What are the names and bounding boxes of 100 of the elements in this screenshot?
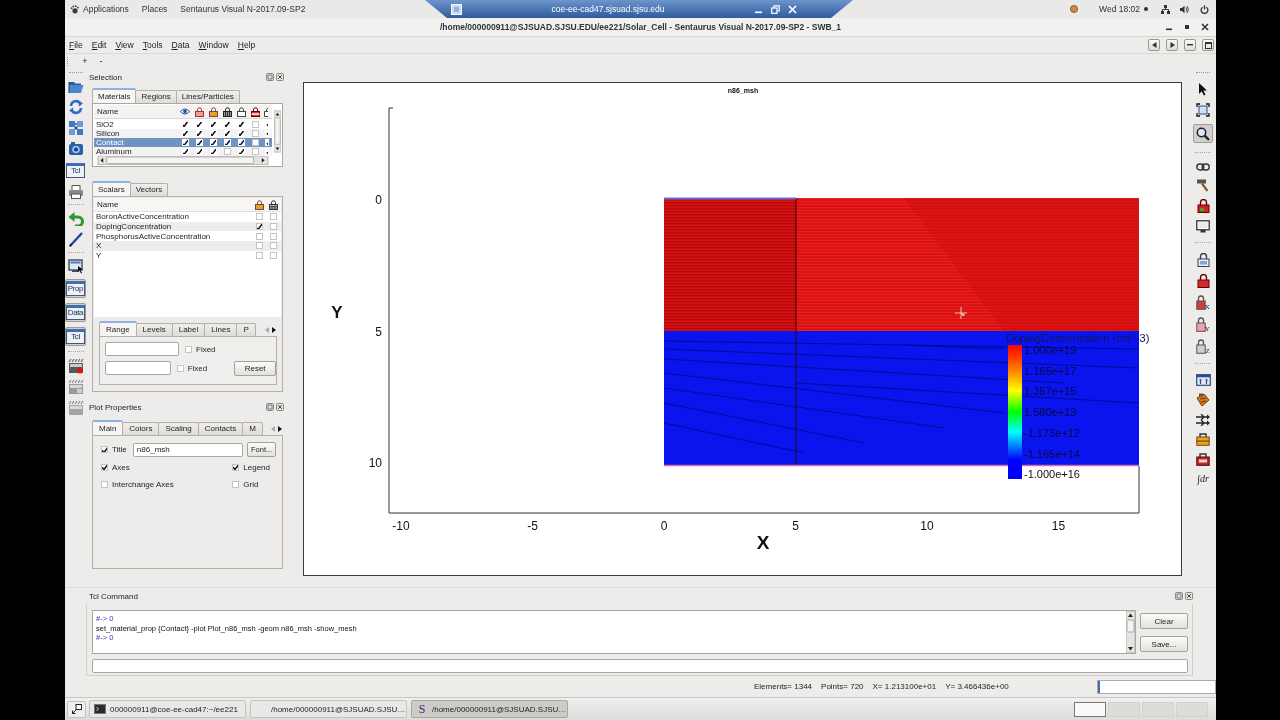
horizontal-scrollbar[interactable] — [94, 156, 272, 165]
scalar-name[interactable]: PhosphorusActiveConcentration — [94, 231, 211, 241]
checkbox[interactable] — [209, 129, 217, 137]
tab[interactable]: M — [242, 422, 263, 435]
node-graph-icon[interactable] — [67, 120, 84, 136]
command-input-field[interactable] — [92, 659, 1188, 673]
top-bar-menu[interactable]: Places — [141, 4, 168, 14]
checkbox[interactable] — [223, 129, 231, 137]
checkbox[interactable] — [195, 120, 203, 128]
scroll-left-button[interactable] — [1148, 39, 1160, 51]
open-folder-icon[interactable] — [67, 80, 84, 94]
checkbox[interactable] — [237, 139, 245, 146]
checkbox[interactable] — [101, 446, 108, 453]
checkbox[interactable] — [232, 463, 240, 471]
pen-icon[interactable] — [67, 231, 84, 247]
tab[interactable]: Materials — [92, 88, 137, 103]
padlock-icon[interactable] — [194, 106, 204, 117]
menu-item[interactable]: Help — [233, 40, 259, 50]
tab[interactable]: Vectors — [129, 183, 169, 196]
checkered-padlock-icon[interactable] — [222, 106, 232, 117]
tab[interactable]: Levels — [135, 323, 173, 336]
show-desktop-button[interactable] — [67, 700, 86, 718]
padlock-icon[interactable] — [208, 106, 218, 117]
tab[interactable]: Contacts — [197, 422, 244, 435]
speaker-icon[interactable] — [1180, 4, 1189, 14]
refresh-icon[interactable] — [67, 99, 84, 115]
tab[interactable]: Regions — [135, 90, 177, 103]
network-icon[interactable] — [1161, 4, 1170, 14]
right-triangle-icon[interactable] — [277, 425, 283, 433]
integral-button[interactable]: ∫dr — [1197, 473, 1209, 484]
material-row[interactable]: Aluminum — [94, 147, 272, 157]
checkbox[interactable] — [195, 148, 203, 156]
console-button[interactable]: Clear — [1140, 613, 1188, 629]
title-input-field[interactable]: n86_msh — [132, 442, 244, 457]
tab[interactable]: P — [236, 323, 256, 336]
checkbox[interactable] — [195, 139, 203, 146]
checkbox[interactable] — [237, 120, 245, 128]
minimize-button[interactable] — [1184, 39, 1196, 51]
circle-icon[interactable] — [1070, 5, 1079, 13]
taskbar-item[interactable]: S /home/000000911@SJSUAD.SJSU… — [411, 700, 568, 718]
checkbox[interactable] — [209, 120, 217, 128]
padlock-icon[interactable] — [236, 106, 246, 117]
checkbox-label[interactable]: Fixed — [196, 344, 216, 354]
tab[interactable]: Lines/Particles — [175, 90, 240, 103]
tab[interactable]: Range — [99, 321, 137, 336]
checkbox[interactable] — [237, 129, 245, 137]
scalar-name[interactable]: X — [94, 241, 102, 251]
clapperboard-icon[interactable] — [67, 400, 84, 416]
taskbar-item[interactable]: 000000911@coe-ee-cad47:~/ee221 — [89, 700, 246, 718]
checkbox[interactable] — [223, 120, 231, 128]
range-input-field[interactable] — [105, 361, 171, 375]
menu-item[interactable]: View — [111, 40, 137, 50]
tab[interactable]: Lines — [204, 323, 238, 336]
camera-icon[interactable] — [67, 141, 84, 156]
tab[interactable]: Scaling — [158, 422, 199, 435]
eye-icon[interactable] — [180, 108, 190, 116]
calendar-icon[interactable] — [1195, 374, 1211, 386]
hammer-icon[interactable] — [1196, 178, 1210, 192]
tab[interactable]: Colors — [122, 422, 160, 435]
window-tool-button[interactable]: Prop — [65, 279, 86, 298]
printer-icon[interactable] — [67, 185, 84, 199]
close-icon[interactable] — [1185, 592, 1193, 600]
scalar-name[interactable]: BoronActiveConcentration — [94, 212, 189, 222]
vertical-scrollbar[interactable] — [1126, 611, 1135, 653]
restore-icon[interactable] — [771, 4, 780, 14]
column-header[interactable]: Name — [94, 200, 119, 209]
restore-button[interactable] — [1202, 39, 1214, 51]
checkbox[interactable] — [255, 223, 263, 231]
monitor-icon[interactable] — [67, 259, 84, 274]
pointer-icon[interactable] — [1198, 82, 1208, 96]
paintbrush-icon[interactable] — [1196, 393, 1210, 407]
checkbox[interactable] — [264, 120, 269, 128]
tab[interactable]: Main — [92, 420, 124, 435]
checkbox[interactable] — [181, 148, 189, 156]
padlock-icon[interactable] — [254, 199, 264, 210]
padlock-icon[interactable] — [1196, 274, 1210, 288]
padlock-icon[interactable] — [1196, 199, 1210, 213]
close-icon[interactable] — [276, 73, 284, 81]
briefcase-icon[interactable] — [1196, 433, 1210, 446]
checkbox[interactable] — [181, 139, 189, 146]
checkbox[interactable] — [181, 129, 189, 137]
checkbox[interactable] — [237, 148, 245, 156]
reset-button[interactable]: Reset — [234, 360, 276, 376]
right-triangle-icon[interactable] — [271, 326, 277, 334]
padlock-icon[interactable] — [264, 106, 268, 117]
menu-item[interactable]: Edit — [87, 40, 110, 50]
checkbox[interactable] — [181, 120, 189, 128]
console-button[interactable]: Save... — [1140, 636, 1188, 652]
checkbox[interactable] — [264, 148, 269, 156]
clock[interactable]: Wed 18:02 — [1099, 4, 1140, 14]
frame-corners-icon[interactable] — [1196, 103, 1210, 117]
checkbox[interactable] — [223, 139, 231, 146]
menu-item[interactable]: Tools — [138, 40, 166, 50]
checkbox[interactable] — [264, 139, 269, 146]
monitor-icon[interactable] — [1196, 220, 1210, 233]
checkered-padlock-icon[interactable] — [269, 199, 279, 210]
tab[interactable]: Scalars — [92, 181, 131, 196]
checkbox[interactable] — [195, 129, 203, 137]
chain-link-icon[interactable] — [1196, 163, 1210, 171]
checkbox-label[interactable]: Fixed — [187, 363, 208, 373]
